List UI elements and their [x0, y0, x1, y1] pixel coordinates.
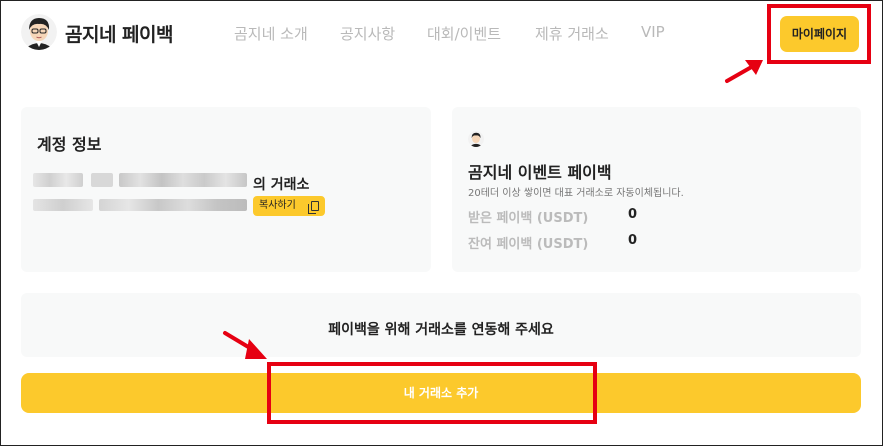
redacted-text: [33, 199, 93, 211]
remaining-payback-label: 잔여 페이백 (USDT): [468, 237, 589, 252]
exchange-name-suffix: 의 거래소: [253, 177, 310, 193]
brand-name[interactable]: 곰지네 페이백: [65, 20, 174, 47]
annotation-highlight-mypage: [767, 4, 871, 64]
event-payback-card: 곰지네 이벤트 페이백 20테더 이상 쌓이면 대표 거래소로 자동이체됩니다.…: [452, 107, 861, 272]
window-frame: 곰지네 페이백 곰지네 소개 공지사항 대회/이벤트 제휴 거래소 VIP 마이…: [0, 0, 883, 446]
received-payback-value: 0: [628, 207, 638, 222]
copy-button[interactable]: 복사하기: [253, 196, 325, 216]
event-payback-title: 곰지네 이벤트 페이백: [468, 163, 612, 182]
link-exchange-card: 페이백을 위해 거래소를 연동해 주세요: [21, 293, 861, 357]
account-info-card: 계정 정보 의 거래소 복사하기: [21, 107, 431, 272]
account-info-title: 계정 정보: [37, 135, 102, 154]
brand-avatar-icon[interactable]: [21, 14, 57, 50]
redacted-text: [119, 173, 247, 187]
event-payback-description: 20테더 이상 쌓이면 대표 거래소로 자동이체됩니다.: [468, 188, 684, 199]
copy-icon: [308, 201, 319, 214]
nav-item-notice[interactable]: 공지사항: [340, 23, 395, 44]
copy-button-label: 복사하기: [259, 200, 296, 211]
annotation-highlight-add-exchange: [267, 362, 597, 424]
annotation-arrow-icon: [223, 331, 267, 359]
nav-item-partner-exchanges[interactable]: 제휴 거래소: [535, 23, 609, 44]
received-payback-label: 받은 페이백 (USDT): [468, 211, 589, 226]
redacted-text: [99, 199, 247, 211]
annotation-arrow-icon: [725, 60, 763, 83]
nav-item-about[interactable]: 곰지네 소개: [234, 23, 308, 44]
remaining-payback-value: 0: [628, 233, 638, 248]
link-exchange-message: 페이백을 위해 거래소를 연동해 주세요: [328, 322, 554, 338]
redacted-text: [91, 173, 113, 187]
event-avatar-icon: [468, 131, 484, 147]
redacted-text: [33, 173, 83, 187]
nav-item-events[interactable]: 대회/이벤트: [427, 23, 501, 44]
nav-item-vip[interactable]: VIP: [641, 23, 665, 41]
